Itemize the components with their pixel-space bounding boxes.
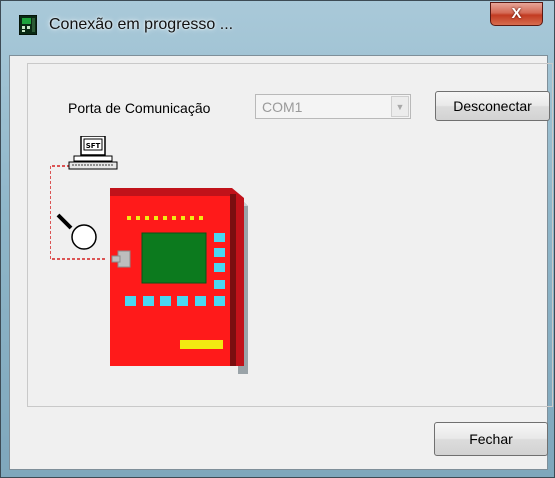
connection-illustration: SFT <box>50 136 248 374</box>
port-select-value: COM1 <box>262 99 303 115</box>
port-label: Porta de Comunicação <box>68 100 211 116</box>
window-title: Conexão em progresso ... <box>49 16 234 33</box>
client-area: Porta de Comunicação COM1 ▼ Desconectar … <box>9 55 553 470</box>
port-select[interactable]: COM1 ▼ <box>255 94 411 119</box>
close-icon: X <box>511 5 522 22</box>
dialog-window: Conexão em progresso ... X Porta de Comu… <box>0 0 555 478</box>
computer-icon: SFT <box>68 136 118 170</box>
computer-label: SFT <box>86 142 101 150</box>
app-icon <box>18 14 38 36</box>
connection-panel: Porta de Comunicação COM1 ▼ Desconectar … <box>27 63 553 407</box>
fire-alarm-panel-icon <box>110 188 248 374</box>
magnifier-icon <box>56 213 97 250</box>
chevron-down-icon[interactable]: ▼ <box>391 96 409 117</box>
close-dialog-button[interactable]: Fechar <box>434 422 548 456</box>
title-bar[interactable]: Conexão em progresso ... X <box>1 1 555 55</box>
close-button[interactable]: X <box>490 2 543 26</box>
disconnect-button[interactable]: Desconectar <box>435 91 550 121</box>
